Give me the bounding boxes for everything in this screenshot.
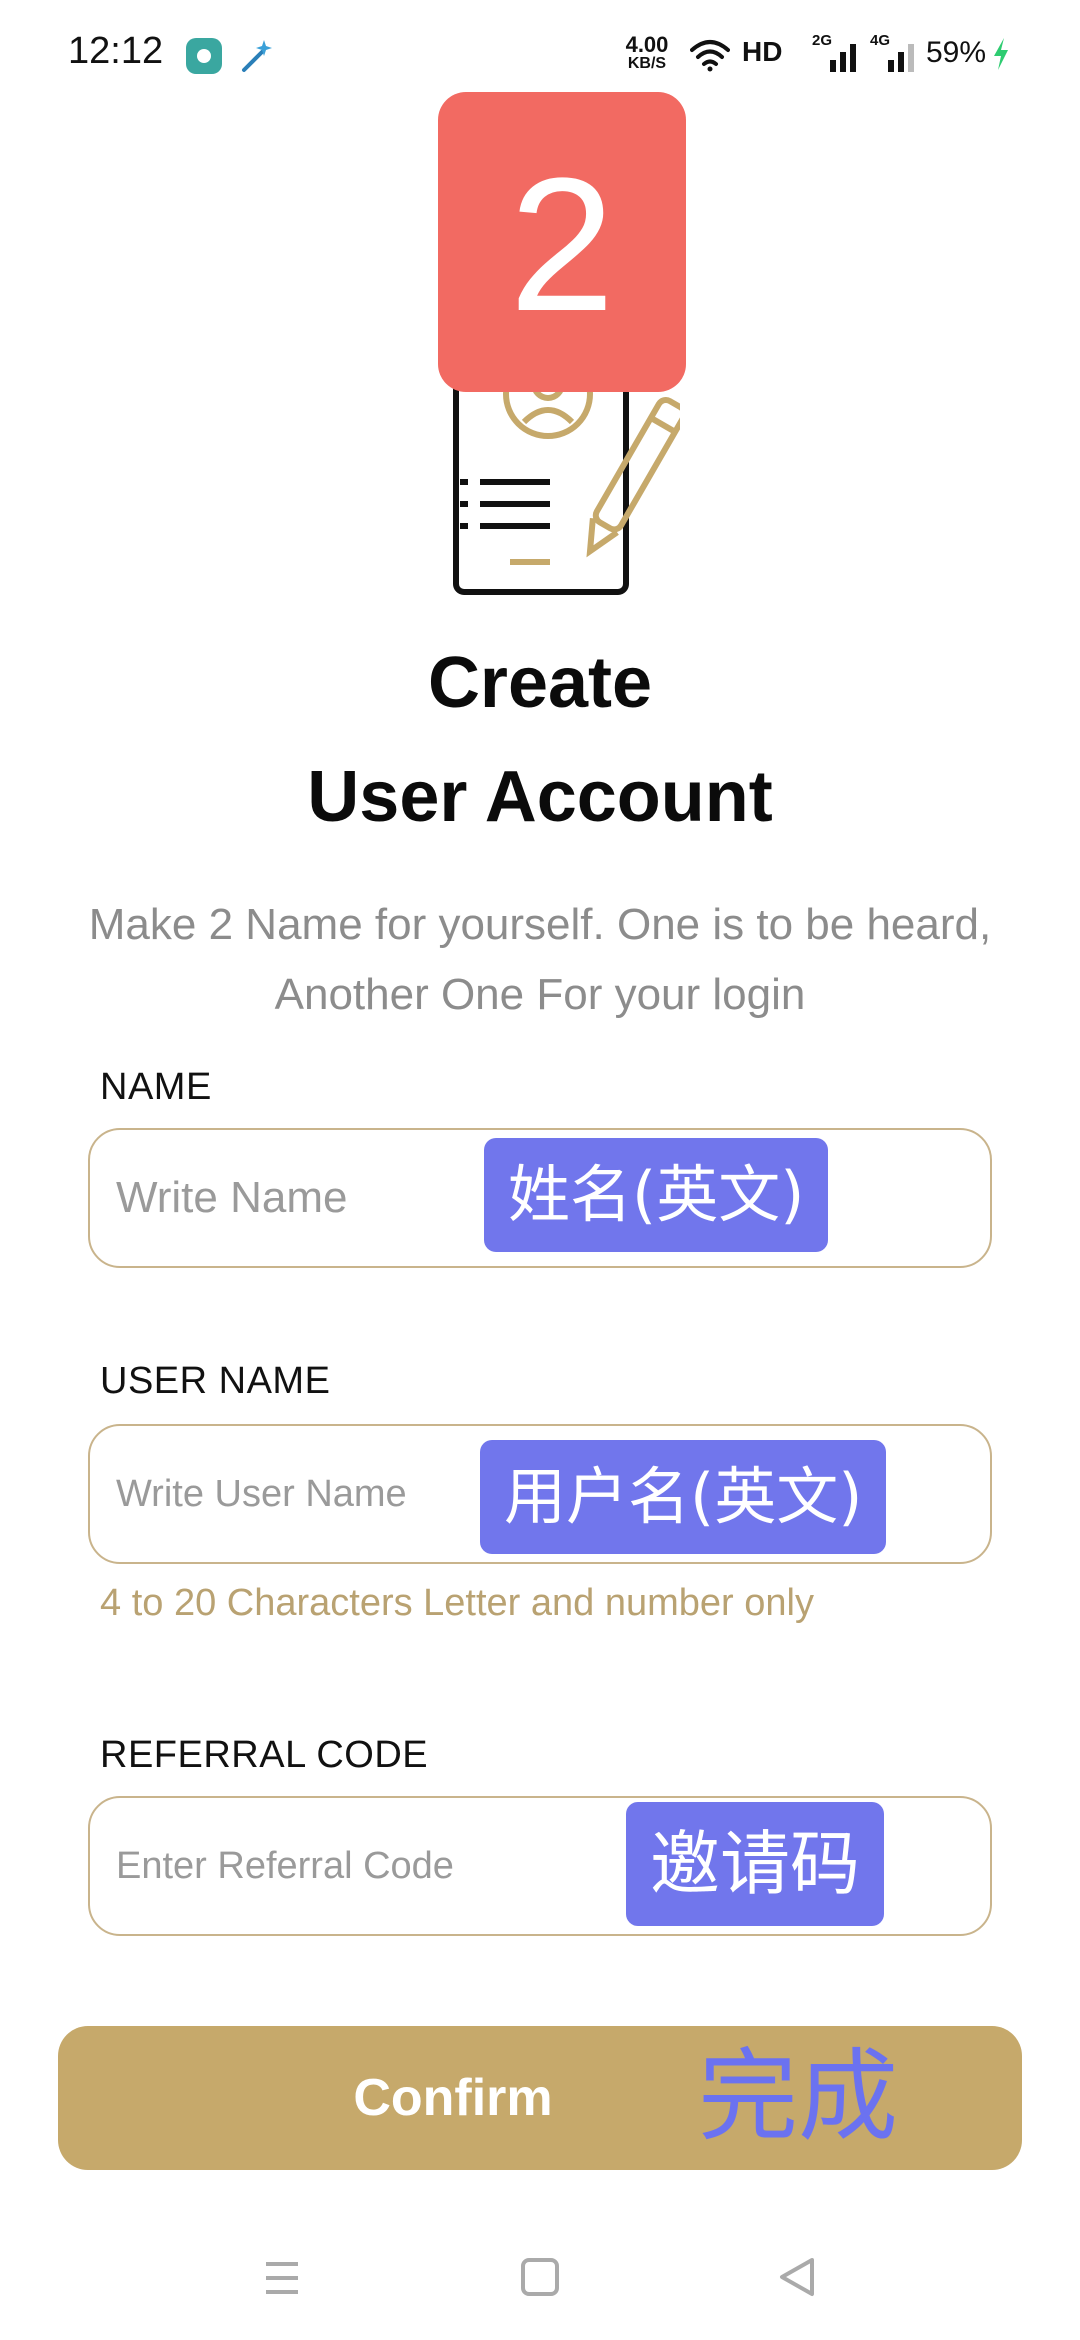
username-annotation: 用户名(英文) bbox=[480, 1440, 887, 1554]
battery-level: 59% bbox=[926, 36, 987, 69]
app-icon bbox=[186, 38, 222, 74]
name-label: NAME bbox=[100, 1066, 212, 1108]
step-number-badge: 2 bbox=[438, 92, 686, 392]
username-field-box[interactable]: 用户名(英文) bbox=[88, 1424, 992, 1564]
signal-label-4g: 4G bbox=[870, 32, 891, 49]
network-speed-value: 4.00 bbox=[625, 32, 669, 57]
network-speed: 4.00 KB/S bbox=[620, 34, 674, 72]
system-nav-bar bbox=[0, 2220, 1080, 2340]
referral-field-box[interactable]: 邀请码 bbox=[88, 1796, 992, 1936]
charging-icon bbox=[994, 38, 1008, 70]
page-subtitle: Make 2 Name for yourself. One is to be h… bbox=[88, 900, 992, 1019]
name-annotation: 姓名(英文) bbox=[484, 1138, 829, 1252]
menu-icon[interactable] bbox=[222, 2220, 342, 2340]
page-title-line2: User Account bbox=[307, 757, 773, 837]
referral-label: REFERRAL CODE bbox=[100, 1734, 429, 1776]
username-label: USER NAME bbox=[100, 1360, 331, 1402]
referral-annotation: 邀请码 bbox=[626, 1802, 884, 1926]
hd-indicator: HD bbox=[742, 36, 783, 67]
username-helper-text: 4 to 20 Characters Letter and number onl… bbox=[100, 1582, 814, 1624]
confirm-annotation: 完成 bbox=[698, 2038, 898, 2155]
name-field-box[interactable]: 姓名(英文) bbox=[88, 1128, 992, 1268]
back-icon[interactable] bbox=[736, 2220, 856, 2340]
signal-icon: 2G bbox=[812, 32, 862, 76]
home-icon[interactable] bbox=[480, 2220, 600, 2340]
signal-icon: 4G bbox=[870, 32, 920, 76]
magic-wand-icon bbox=[242, 40, 272, 72]
status-time: 12:12 bbox=[68, 30, 164, 72]
referral-code-input[interactable] bbox=[116, 1828, 556, 1904]
page-title-line1: Create bbox=[427, 643, 653, 723]
wifi-icon bbox=[690, 40, 730, 72]
step-number: 2 bbox=[509, 139, 615, 351]
confirm-button[interactable]: Confirm 完成 bbox=[58, 2026, 1022, 2170]
signal-label-2g: 2G bbox=[812, 32, 833, 49]
network-speed-unit: KB/S bbox=[627, 55, 667, 72]
